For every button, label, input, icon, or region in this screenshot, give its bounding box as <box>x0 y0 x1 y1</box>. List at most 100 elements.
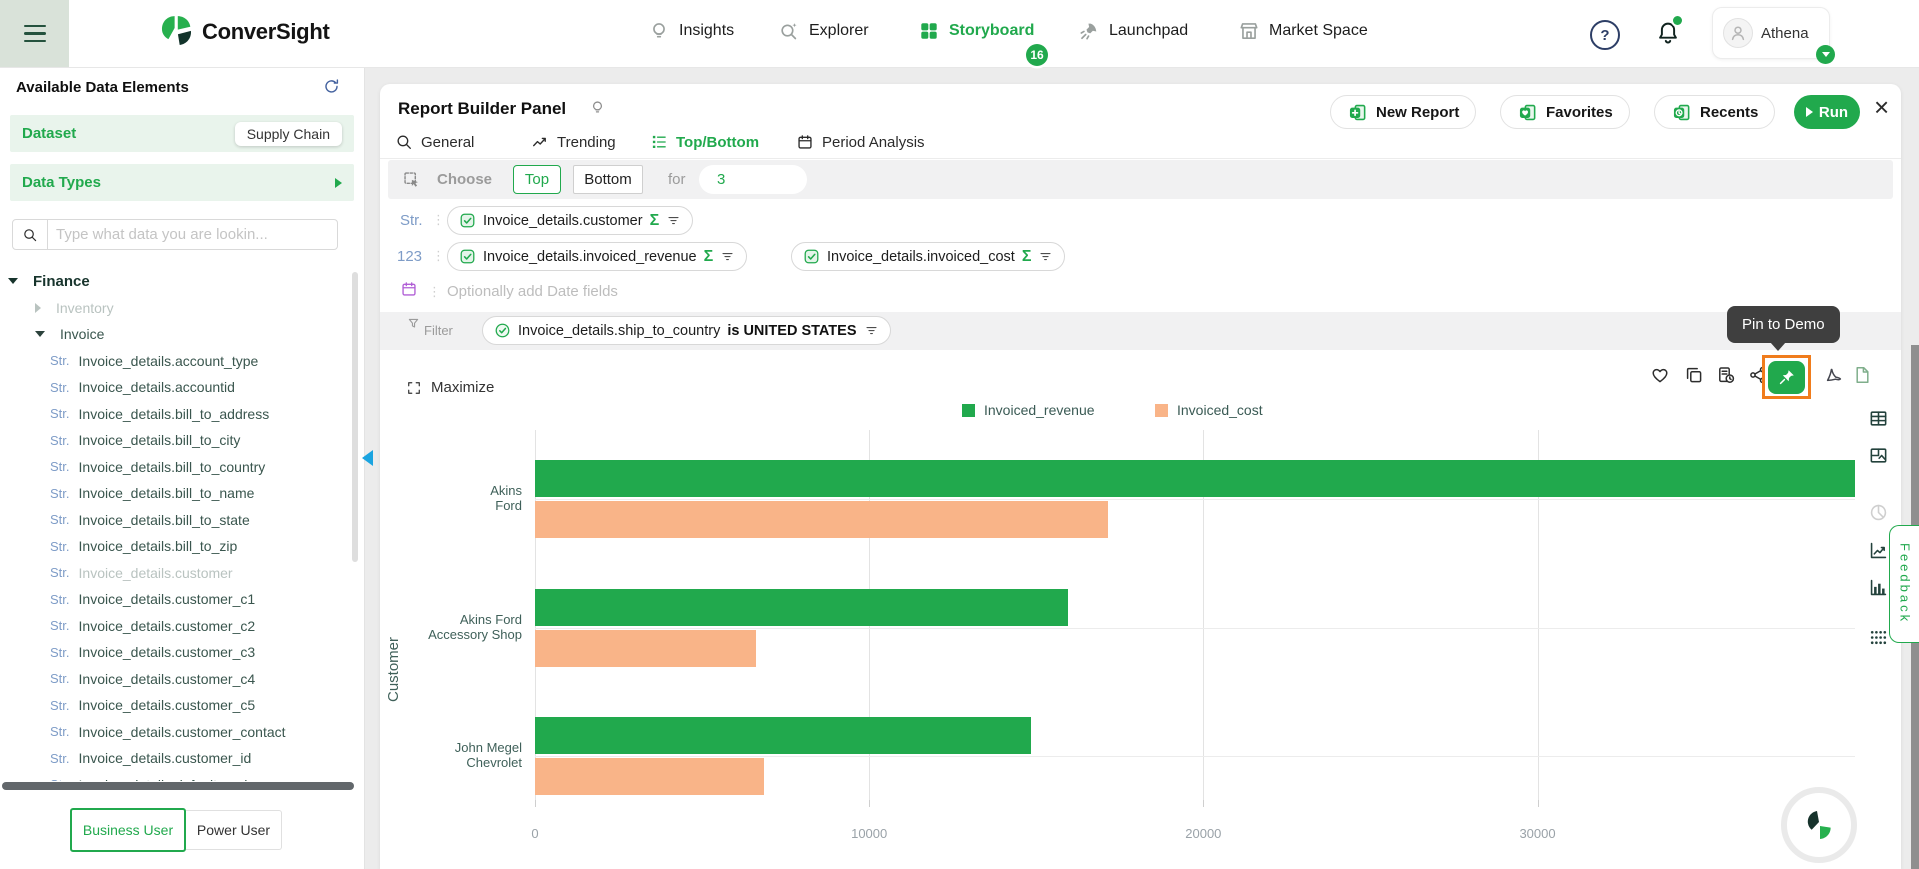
sidebar-horizontal-scrollbar[interactable] <box>2 782 354 790</box>
bottom-toggle-button[interactable]: Bottom <box>573 165 643 194</box>
field-chip-Invoice_details.invoiced_cost[interactable]: Invoice_details.invoiced_costΣ <box>791 242 1065 271</box>
tree-leaf-Invoice_details.customer_id[interactable]: Str.Invoice_details.customer_id <box>0 745 251 771</box>
calendar-icon[interactable] <box>400 280 418 298</box>
sigma-aggregate-icon[interactable]: Σ <box>704 248 714 266</box>
tree-leaf-Invoice_details.account_type[interactable]: Str.Invoice_details.account_type <box>0 348 258 374</box>
table-icon[interactable] <box>1868 408 1889 429</box>
tree-leaf-Invoice_details.customer[interactable]: Str.Invoice_details.customer <box>0 560 233 586</box>
recents-button[interactable]: Recents <box>1654 95 1775 129</box>
heart-icon[interactable] <box>1650 365 1670 385</box>
bar-invoiced_cost-akins-ford-accessory-shop[interactable] <box>535 630 756 667</box>
bar-invoiced_revenue-john-megel-chevrolet[interactable] <box>535 717 1031 754</box>
file-icon[interactable] <box>1852 365 1872 385</box>
search-input[interactable] <box>48 226 337 243</box>
tree-group-inventory[interactable]: Inventory <box>0 295 114 321</box>
tree-group-finance[interactable]: Finance <box>0 268 90 294</box>
filter-lines-icon[interactable] <box>666 213 681 228</box>
drag-handle-icon[interactable]: ⋮ <box>432 248 445 264</box>
nav-item-launchpad[interactable]: Launchpad <box>1078 20 1188 42</box>
filter-lines-icon[interactable] <box>720 249 735 264</box>
filter-lines-icon[interactable] <box>864 323 879 338</box>
check-circle-icon[interactable] <box>494 322 511 339</box>
tree-leaf-Invoice_details.customer_contact[interactable]: Str.Invoice_details.customer_contact <box>0 719 286 745</box>
tree-leaf-Invoice_details.bill_to_country[interactable]: Str.Invoice_details.bill_to_country <box>0 454 265 480</box>
sigma-aggregate-icon[interactable]: Σ <box>650 212 660 230</box>
data-types-row[interactable]: Data Types <box>10 164 354 201</box>
tree-group-invoice[interactable]: Invoice <box>0 321 104 347</box>
notifications-bell-icon[interactable] <box>1655 20 1681 51</box>
menu-button[interactable] <box>0 0 69 67</box>
check-square-icon[interactable] <box>459 212 476 229</box>
tab-trending[interactable]: Trending <box>531 131 616 153</box>
favorites-button[interactable]: Favorites <box>1500 95 1630 129</box>
feedback-tab[interactable]: Feedback <box>1889 525 1919 643</box>
field-chip-Invoice_details.customer[interactable]: Invoice_details.customerΣ <box>447 206 693 235</box>
user-menu[interactable]: Athena <box>1712 7 1830 59</box>
tree-leaf-Invoice_details.bill_to_address[interactable]: Str.Invoice_details.bill_to_address <box>0 401 269 427</box>
nav-item-market-space[interactable]: Market Space <box>1238 20 1368 42</box>
maximize-button[interactable]: Maximize <box>406 379 494 396</box>
bar-invoiced_revenue-akins-ford-accessory-shop[interactable] <box>535 589 1068 626</box>
top-toggle-button[interactable]: Top <box>513 165 561 194</box>
legend-item-invoiced_cost[interactable]: Invoiced_cost <box>1155 402 1263 418</box>
tree-leaf-Invoice_details.customer_c5[interactable]: Str.Invoice_details.customer_c5 <box>0 692 255 718</box>
bar-invoiced_cost-akins-ford[interactable] <box>535 501 1108 538</box>
tree-leaf-Invoice_details.customer_c2[interactable]: Str.Invoice_details.customer_c2 <box>0 613 255 639</box>
drag-handle-icon[interactable]: ⋮ <box>428 284 441 300</box>
power-user-button[interactable]: Power User <box>186 810 282 850</box>
tree-leaf-Invoice_details.default_code[interactable]: Str.Invoice_details.default_code <box>0 772 255 782</box>
tree-leaf-Invoice_details.bill_to_zip[interactable]: Str.Invoice_details.bill_to_zip <box>0 533 237 559</box>
y-gridline <box>535 499 1855 500</box>
tab-top-bottom[interactable]: Top/Bottom <box>650 131 759 153</box>
tree-leaf-Invoice_details.bill_to_city[interactable]: Str.Invoice_details.bill_to_city <box>0 427 240 453</box>
top-count-input[interactable] <box>699 165 807 194</box>
pdf-icon[interactable] <box>1824 365 1844 385</box>
type-string-badge: Str. <box>50 592 70 607</box>
help-icon[interactable]: ? <box>1590 20 1620 50</box>
sidebar-collapse-icon[interactable] <box>362 450 373 466</box>
caret-right-icon[interactable] <box>35 303 41 313</box>
legend-item-invoiced_revenue[interactable]: Invoiced_revenue <box>962 402 1095 418</box>
nav-item-explorer[interactable]: Explorer <box>778 20 869 42</box>
pin-to-demo-button[interactable] <box>1768 361 1805 394</box>
filter-lines-icon[interactable] <box>1038 249 1053 264</box>
nav-item-insights[interactable]: Insights <box>648 20 734 42</box>
check-square-icon[interactable] <box>459 248 476 265</box>
tree-leaf-Invoice_details.bill_to_name[interactable]: Str.Invoice_details.bill_to_name <box>0 480 254 506</box>
caret-down-icon[interactable] <box>8 278 18 284</box>
tab-period-analysis[interactable]: Period Analysis <box>796 131 925 153</box>
sidebar-vertical-scrollbar[interactable] <box>352 272 358 562</box>
field-chip-Invoice_details.invoiced_revenue[interactable]: Invoice_details.invoiced_revenueΣ <box>447 242 747 271</box>
tree-leaf-Invoice_details.customer_c1[interactable]: Str.Invoice_details.customer_c1 <box>0 586 255 612</box>
tree-leaf-Invoice_details.customer_c3[interactable]: Str.Invoice_details.customer_c3 <box>0 639 255 665</box>
date-fields-placeholder[interactable]: Optionally add Date fields <box>447 283 618 300</box>
tablechart-icon[interactable] <box>1868 445 1889 466</box>
dataset-value[interactable]: Supply Chain <box>235 122 342 146</box>
dataset-row[interactable]: Dataset Supply Chain <box>10 115 354 152</box>
close-icon[interactable]: × <box>1874 94 1889 120</box>
tree-leaf-Invoice_details.bill_to_state[interactable]: Str.Invoice_details.bill_to_state <box>0 507 250 533</box>
tree-leaf-Invoice_details.customer_c4[interactable]: Str.Invoice_details.customer_c4 <box>0 666 255 692</box>
hint-bulb-icon[interactable] <box>589 99 606 116</box>
tree-leaf-Invoice_details.accountid[interactable]: Str.Invoice_details.accountid <box>0 374 235 400</box>
drag-handle-icon[interactable]: ⋮ <box>432 212 445 228</box>
report-icon[interactable] <box>1716 365 1736 385</box>
nav-item-storyboard[interactable]: Storyboard16 <box>918 20 1034 42</box>
linechart-icon[interactable] <box>1868 540 1889 561</box>
brand-logo[interactable]: ConverSight <box>158 13 330 51</box>
copy-icon[interactable] <box>1684 365 1704 385</box>
refresh-icon[interactable] <box>322 77 341 96</box>
pie-icon[interactable] <box>1868 502 1889 523</box>
business-user-button[interactable]: Business User <box>70 808 186 852</box>
barchart-icon[interactable] <box>1868 577 1889 598</box>
bar-invoiced_cost-john-megel-chevrolet[interactable] <box>535 758 764 795</box>
run-button[interactable]: Run <box>1794 95 1860 129</box>
caret-down-icon[interactable] <box>35 331 45 337</box>
filter-chip[interactable]: Invoice_details.ship_to_country is UNITE… <box>482 316 891 345</box>
dotsgrid-icon[interactable] <box>1868 627 1889 648</box>
bar-invoiced_revenue-akins-ford[interactable] <box>535 460 1855 497</box>
new-report-button[interactable]: New Report <box>1330 95 1476 129</box>
sigma-aggregate-icon[interactable]: Σ <box>1022 248 1032 266</box>
tab-general[interactable]: General <box>395 131 474 153</box>
check-square-icon[interactable] <box>803 248 820 265</box>
